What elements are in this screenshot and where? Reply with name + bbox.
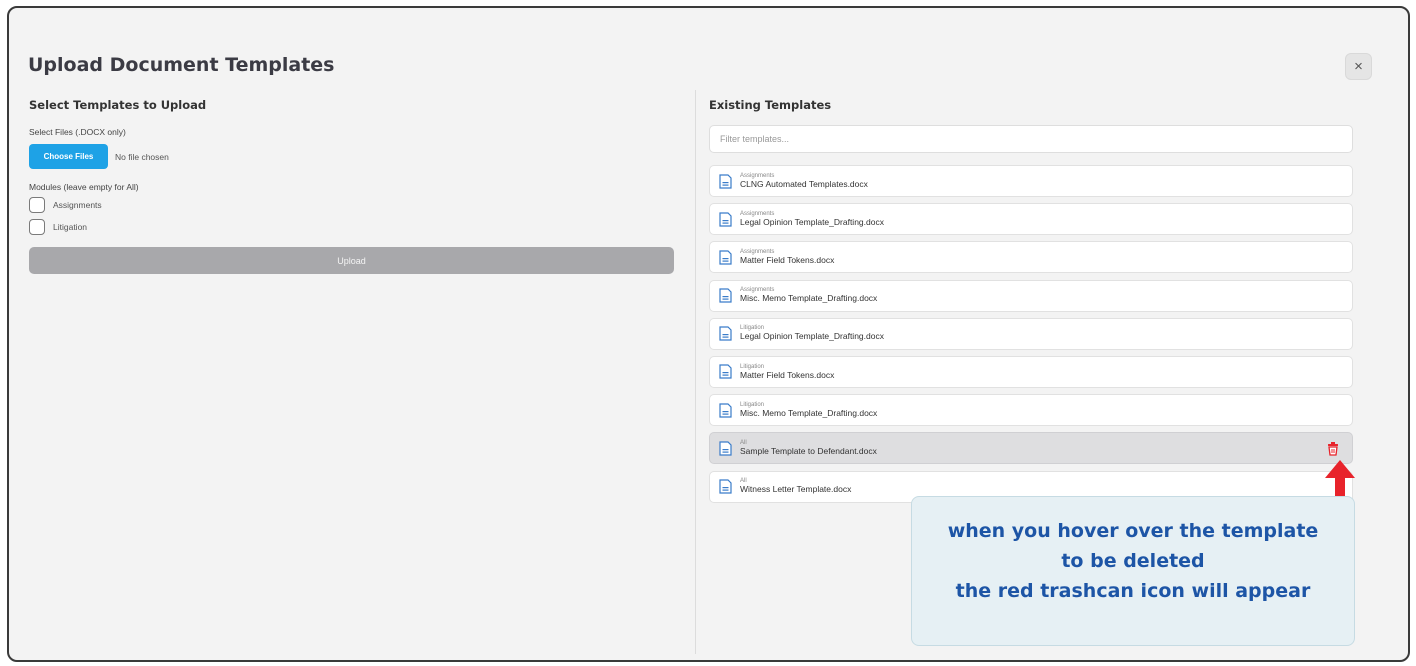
dialog-title: Upload Document Templates [28,54,335,76]
document-icon [719,364,732,380]
template-item[interactable]: Litigation Misc. Memo Template_Drafting.d… [709,394,1353,427]
template-item[interactable]: Assignments Matter Field Tokens.docx [709,241,1353,274]
annotation-line: the red trashcan icon will appear [955,580,1311,602]
document-icon [719,173,732,189]
modules-label: Modules (leave empty for All) [29,182,139,192]
template-item[interactable]: Litigation Matter Field Tokens.docx [709,355,1353,388]
document-icon [719,212,732,227]
files-label: Select Files (.DOCX only) [29,127,126,137]
document-icon [719,288,732,303]
upload-section-heading: Select Templates to Upload [29,98,207,112]
template-item[interactable]: Assignments Misc. Memo Template_Drafting.… [709,279,1353,312]
no-file-chosen-text: No file chosen [115,152,169,162]
module-option-litigation[interactable]: Litigation [29,219,87,235]
module-option-label: Litigation [53,222,88,232]
template-name: Legal Opinion Template_Drafting.docx [740,331,884,342]
template-item[interactable]: Assignments Legal Opinion Template_Drafti… [709,203,1353,236]
annotation-callout: when you hover over the template to be de… [911,496,1355,646]
upload-button[interactable]: Upload [29,247,674,274]
close-button[interactable]: × [1345,53,1372,80]
document-icon [719,479,732,494]
module-option-assignments[interactable]: Assignments [29,197,102,213]
annotation-line: to be deleted [1061,550,1205,572]
panel-divider [695,90,696,654]
template-name: Sample Template to Defendant.docx [740,445,877,456]
document-icon [719,403,732,418]
template-item[interactable]: Litigation Legal Opinion Template_Draftin… [709,317,1353,350]
document-icon [719,326,732,341]
trash-icon[interactable] [1326,441,1340,456]
close-icon: × [1354,58,1363,75]
document-icon [719,441,732,456]
arrow-up-icon [1325,460,1355,500]
template-name: Witness Letter Template.docx [740,484,852,495]
document-icon [719,250,732,265]
template-list: Assignments CLNG Automated Templates.docx… [709,165,1353,509]
choose-files-button[interactable]: Choose Files [29,144,108,169]
module-option-label: Assignments [53,200,102,210]
template-name: Matter Field Tokens.docx [740,254,835,265]
template-name: Matter Field Tokens.docx [740,369,835,380]
existing-templates-heading: Existing Templates [709,98,832,112]
template-name: Legal Opinion Template_Drafting.docx [740,216,884,227]
template-name: Misc. Memo Template_Drafting.docx [740,293,878,304]
filter-templates-input[interactable] [709,125,1353,153]
template-name: CLNG Automated Templates.docx [740,178,868,189]
template-item[interactable]: Assignments CLNG Automated Templates.docx [709,165,1353,197]
annotation-line: when you hover over the template [947,520,1319,542]
template-name: Misc. Memo Template_Drafting.docx [740,407,878,418]
assignments-checkbox[interactable] [29,197,45,213]
litigation-checkbox[interactable] [29,219,45,235]
template-item[interactable]: All Sample Template to Defendant.docx [709,432,1353,465]
